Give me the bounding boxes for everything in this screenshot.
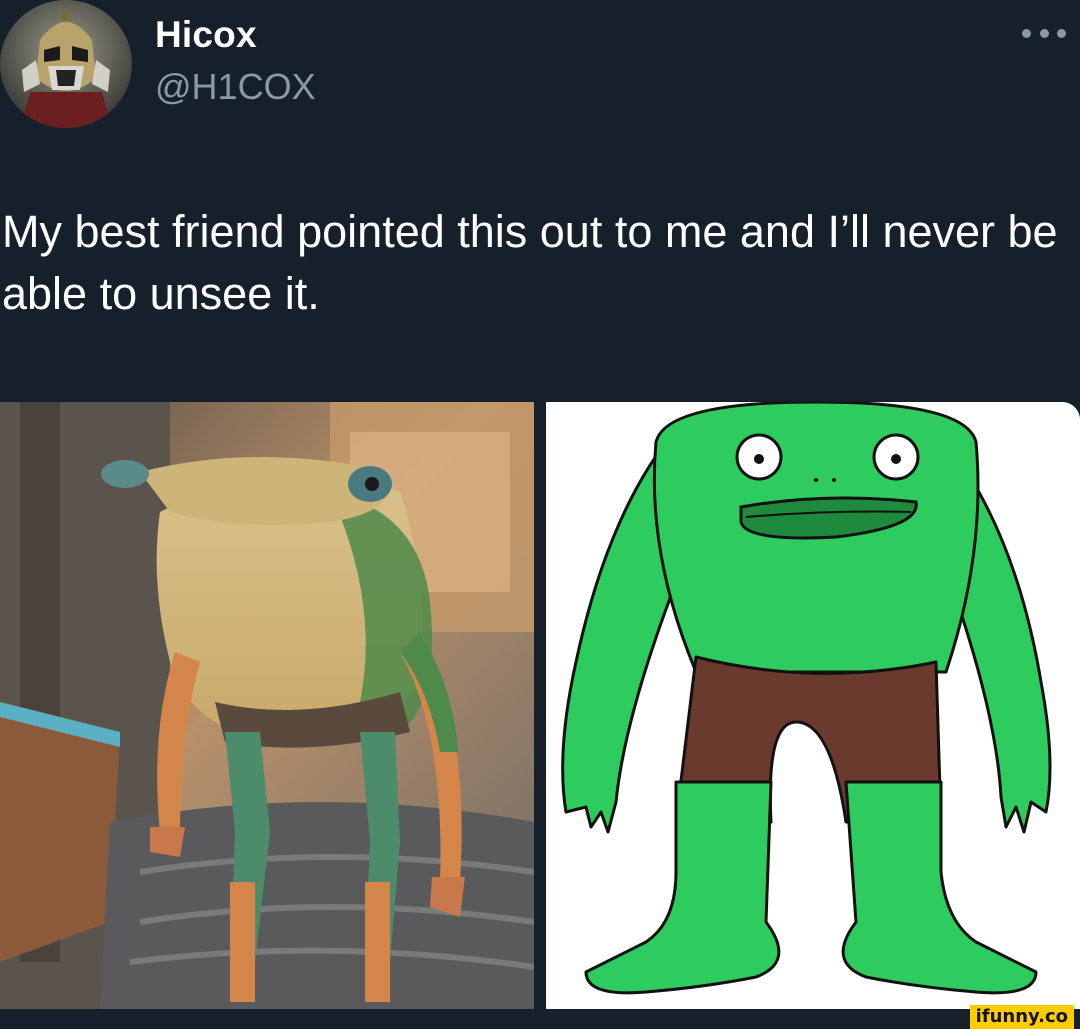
- tweet-text: My best friend pointed this out to me an…: [2, 206, 1058, 319]
- cartoon-green-frog-drawing-icon: [546, 402, 1080, 1009]
- dot: [1057, 28, 1066, 38]
- tweet-card: Hicox @H1COX My best friend pointed this…: [0, 0, 1080, 1029]
- display-name[interactable]: Hicox: [155, 14, 257, 56]
- media-grid: [0, 402, 1080, 1009]
- avatar[interactable]: [0, 0, 132, 128]
- masked-helmet-avatar-icon: [0, 0, 132, 128]
- media-photo-left[interactable]: [0, 402, 535, 1009]
- user-handle[interactable]: @H1COX: [155, 66, 316, 108]
- ifunny-watermark: ifunny.co: [969, 1005, 1074, 1029]
- dot: [1039, 28, 1049, 38]
- more-options-icon[interactable]: [1022, 22, 1066, 44]
- bottom-bar: [0, 1009, 1080, 1029]
- dot: [1022, 28, 1031, 38]
- media-photo-right[interactable]: [546, 402, 1080, 1009]
- live-action-frog-creature-photo-icon: [0, 402, 535, 1009]
